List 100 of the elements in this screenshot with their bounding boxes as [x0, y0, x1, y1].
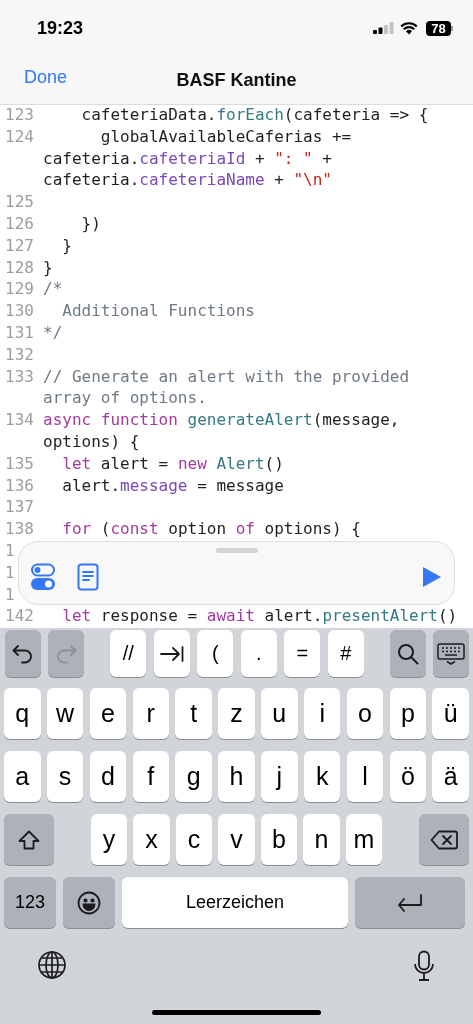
backspace-key[interactable]: [419, 814, 469, 865]
letter-key[interactable]: y: [90, 814, 128, 865]
undo-button[interactable]: [5, 630, 41, 677]
code-line: /*: [43, 278, 63, 301]
smiley-icon: [77, 890, 101, 915]
letter-key[interactable]: h: [218, 751, 255, 802]
code-line: let response = await alert.presentAlert(): [61, 605, 458, 628]
letter-key[interactable]: i: [303, 688, 341, 739]
microphone-button[interactable]: [413, 950, 435, 982]
code-line: cafeteriaData.forEach(cafeteria => {: [80, 104, 429, 126]
code-line: for (const option of options) {: [61, 518, 361, 540]
letter-key[interactable]: s: [46, 751, 84, 802]
letter-key[interactable]: ä: [432, 751, 469, 802]
run-button[interactable]: [422, 566, 442, 588]
toggle-icon: [31, 563, 55, 591]
symbol-key[interactable]: .: [240, 630, 277, 677]
clock-time: 19:23: [37, 17, 84, 39]
window-title: BASF Kantine: [176, 69, 297, 91]
line-number: 134: [4, 409, 34, 431]
shift-icon: [18, 829, 40, 850]
letter-key[interactable]: g: [175, 751, 212, 802]
line-number: 136: [4, 474, 34, 497]
code-line: options) {: [43, 430, 140, 453]
letter-key[interactable]: e: [89, 688, 127, 739]
letter-key[interactable]: r: [132, 688, 170, 739]
letter-key[interactable]: d: [89, 751, 127, 802]
line-number: 131: [4, 321, 34, 344]
code-line: array of options.: [43, 387, 207, 410]
letter-key[interactable]: v: [218, 814, 255, 865]
line-number: 138: [4, 518, 34, 540]
code-line: Additional Functions: [61, 300, 255, 322]
numbers-key[interactable]: 123: [4, 877, 56, 928]
settings-button[interactable]: [31, 563, 55, 591]
letter-key[interactable]: j: [261, 751, 298, 802]
line-number: 130: [4, 300, 34, 322]
symbol-key[interactable]: #: [327, 630, 364, 677]
letter-key[interactable]: n: [303, 814, 340, 865]
code-line: globalAvailableCaferias +=: [99, 125, 352, 148]
line-number: 126: [4, 213, 34, 235]
line-number: 1: [4, 561, 16, 584]
shift-key[interactable]: [4, 814, 54, 865]
line-number: 1: [4, 583, 16, 606]
line-number: 133: [4, 365, 34, 388]
wifi-icon: [400, 21, 418, 35]
line-number: 1: [4, 539, 16, 562]
line-number: 129: [4, 278, 34, 301]
letter-key[interactable]: c: [175, 814, 213, 865]
letter-key[interactable]: q: [4, 688, 41, 739]
return-icon: [397, 893, 423, 912]
microphone-icon: [413, 950, 435, 982]
line-number: 142: [4, 605, 34, 628]
space-key[interactable]: Leerzeichen: [122, 877, 348, 928]
symbol-key[interactable]: //: [110, 630, 147, 677]
drag-handle[interactable]: [215, 548, 258, 553]
line-number: 137: [4, 496, 34, 519]
document-icon: [77, 563, 99, 591]
symbol-key[interactable]: =: [284, 630, 321, 677]
globe-button[interactable]: [37, 950, 67, 982]
letter-key[interactable]: ö: [389, 751, 427, 802]
letter-key[interactable]: o: [346, 688, 384, 739]
code-line: let alert = new Alert(): [61, 452, 284, 475]
letter-key[interactable]: w: [46, 688, 84, 739]
code-line: cafeteria.cafeteriaName + "\n": [43, 169, 332, 192]
search-button[interactable]: [390, 630, 426, 677]
code-line: }: [43, 256, 53, 279]
letter-key[interactable]: k: [303, 751, 341, 802]
letter-key[interactable]: t: [175, 688, 212, 739]
code-line: }: [61, 234, 72, 257]
keyboard-dismiss-button[interactable]: [433, 630, 469, 677]
line-number: 128: [4, 256, 34, 279]
search-icon: [397, 642, 419, 665]
emoji-key[interactable]: [63, 877, 115, 928]
letter-key[interactable]: m: [345, 814, 383, 865]
line-number: 123: [4, 104, 34, 126]
letter-key[interactable]: ü: [432, 688, 469, 739]
done-button[interactable]: Done: [24, 67, 68, 88]
letter-key[interactable]: u: [261, 688, 298, 739]
tab-key[interactable]: [153, 630, 190, 677]
symbol-key[interactable]: (: [197, 630, 234, 677]
code-line: // Generate an alert with the provided: [43, 365, 410, 388]
document-button[interactable]: [77, 563, 99, 591]
letter-key[interactable]: f: [132, 751, 170, 802]
code-line: async function generateAlert(message,: [43, 409, 400, 431]
letter-key[interactable]: b: [260, 814, 298, 865]
signal-icon: [373, 22, 394, 34]
tab-icon: [159, 644, 184, 663]
line-number: 127: [4, 234, 34, 257]
letter-key[interactable]: l: [346, 751, 384, 802]
play-icon: [422, 566, 442, 588]
code-line: */: [43, 321, 63, 344]
globe-icon: [37, 950, 67, 980]
letter-key[interactable]: z: [218, 688, 255, 739]
letter-key[interactable]: x: [133, 814, 170, 865]
line-number: 135: [4, 452, 34, 475]
battery-level: 78: [426, 20, 451, 36]
line-number: 132: [4, 343, 34, 366]
letter-key[interactable]: a: [4, 751, 41, 802]
code-line: alert.message = message: [61, 474, 284, 497]
code-line: cafeteria.cafeteriaId + ": " +: [43, 147, 332, 170]
letter-key[interactable]: p: [389, 688, 427, 739]
